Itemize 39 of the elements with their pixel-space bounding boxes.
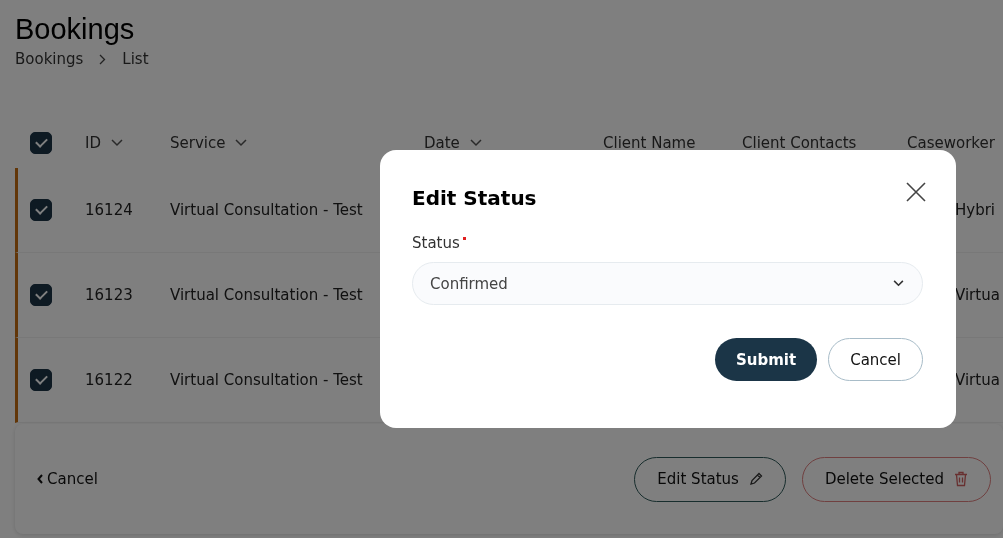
column-header[interactable]: Client Name <box>603 134 742 152</box>
table-cell-text: Virtua <box>955 371 1001 389</box>
back-link[interactable]: Cancel <box>37 470 98 488</box>
page-title: Bookings <box>15 12 136 47</box>
chevron-down-icon <box>111 139 123 147</box>
chevron-down-icon <box>235 139 248 147</box>
submit-button[interactable]: Submit <box>715 338 818 381</box>
table-cell-text: Hybri <box>955 201 996 219</box>
chevron-left-icon <box>37 474 43 484</box>
checkbox[interactable] <box>30 132 52 154</box>
edit-button[interactable]: Edit Status <box>634 456 786 502</box>
checkbox[interactable] <box>30 284 52 306</box>
column-header[interactable]: Service <box>170 134 424 152</box>
table-cell-text: Virtua <box>955 286 1001 304</box>
trash-icon <box>954 471 968 487</box>
field-label: Status <box>412 234 467 252</box>
table-cell-text: 16123 <box>85 286 134 304</box>
chevron-down-icon <box>893 280 904 287</box>
column-header[interactable]: Client Contacts <box>742 134 907 152</box>
column-header[interactable]: ID <box>85 134 170 152</box>
cancel-button[interactable]: Cancel <box>828 338 923 381</box>
table-cell-text: Virtual Consultation - Test <box>170 371 364 389</box>
delete-button[interactable]: Delete Selected <box>801 456 991 502</box>
table-cell-text: 16122 <box>85 371 134 389</box>
breadcrumb-link[interactable]: List <box>122 50 149 68</box>
table-cell-text: Virtual Consultation - Test <box>170 286 364 304</box>
checkbox[interactable] <box>30 369 52 391</box>
chevron-right-icon <box>99 53 107 65</box>
chevron-down-icon <box>469 139 482 147</box>
column-header[interactable]: Date <box>424 134 603 152</box>
breadcrumb-link[interactable]: Bookings <box>15 50 84 68</box>
checkbox[interactable] <box>30 199 52 221</box>
close-button[interactable] <box>906 182 926 202</box>
column-header[interactable]: Caseworker <box>907 134 997 152</box>
table-cell-text: Virtual Consultation - Test <box>170 201 364 219</box>
status-dropdown[interactable]: Confirmed <box>412 262 923 305</box>
table-cell-text: 16124 <box>85 201 134 219</box>
dialog-title: Edit Status <box>412 186 537 210</box>
pencil-icon <box>748 472 763 486</box>
